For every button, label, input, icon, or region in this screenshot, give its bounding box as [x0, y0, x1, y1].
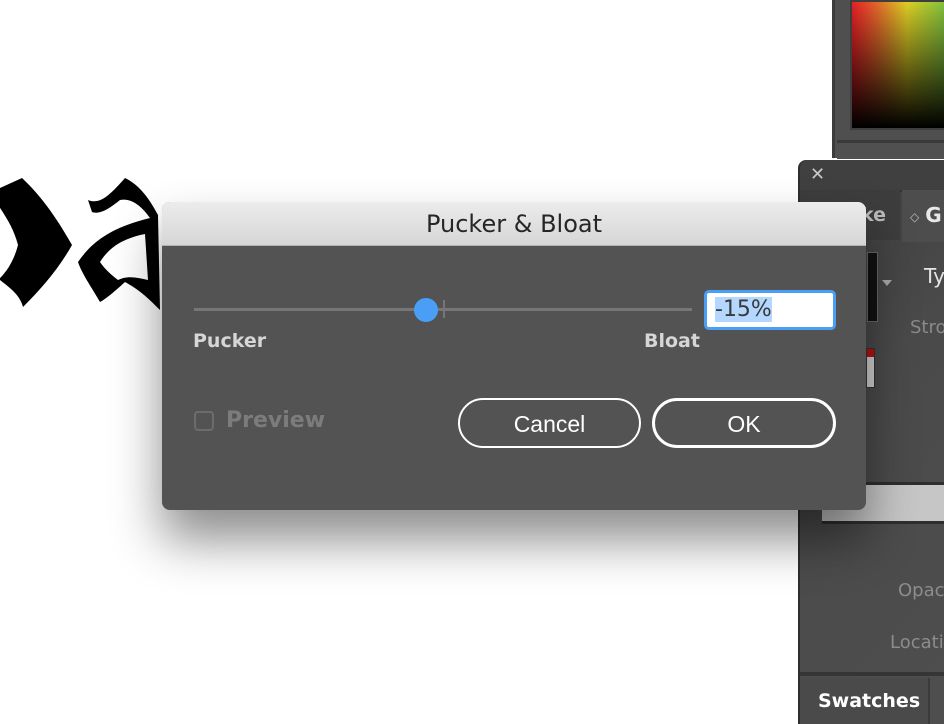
blackletter-o-glyph [0, 178, 72, 307]
tab-gradient[interactable]: ◇ G [902, 190, 944, 242]
pucker-label: Pucker [193, 330, 267, 352]
ok-button[interactable]: OK [652, 398, 836, 448]
tab-swatches[interactable]: Swatches [800, 678, 930, 724]
location-label: Locati [890, 632, 944, 653]
percent-input[interactable]: -15% [704, 290, 836, 330]
pucker-bloat-dialog: Pucker & Bloat Pucker Bloat -15% Preview… [162, 202, 866, 510]
percent-input-value: -15% [715, 297, 772, 322]
color-panel [832, 0, 944, 159]
color-spectrum[interactable] [850, 0, 944, 130]
tab-gradient-label: G [925, 203, 942, 227]
opacity-label: Opac [898, 580, 944, 601]
close-icon[interactable]: ✕ [810, 164, 825, 186]
cancel-button[interactable]: Cancel [458, 398, 641, 448]
tab-arrows-icon: ◇ [910, 209, 920, 224]
slider-center-tick [443, 300, 445, 318]
gradient-panel-header: ✕ [800, 160, 944, 192]
bloat-label: Bloat [644, 330, 700, 352]
slider-thumb[interactable] [413, 298, 438, 322]
dropdown-arrow-icon[interactable] [882, 280, 892, 286]
dialog-title: Pucker & Bloat [162, 202, 866, 246]
panel-divider [800, 672, 944, 676]
canvas-artwork [0, 178, 160, 310]
blackletter-a-glyph [78, 178, 160, 310]
preview-label: Preview [226, 408, 326, 433]
type-label: Ty [924, 264, 944, 288]
fill-stroke-swatch[interactable] [866, 348, 875, 388]
preview-checkbox[interactable] [194, 410, 214, 431]
color-panel-footer [837, 140, 944, 159]
stroke-label: Stro [910, 317, 944, 338]
preview-option[interactable]: Preview [194, 408, 325, 433]
gradient-swatch[interactable] [867, 252, 878, 322]
